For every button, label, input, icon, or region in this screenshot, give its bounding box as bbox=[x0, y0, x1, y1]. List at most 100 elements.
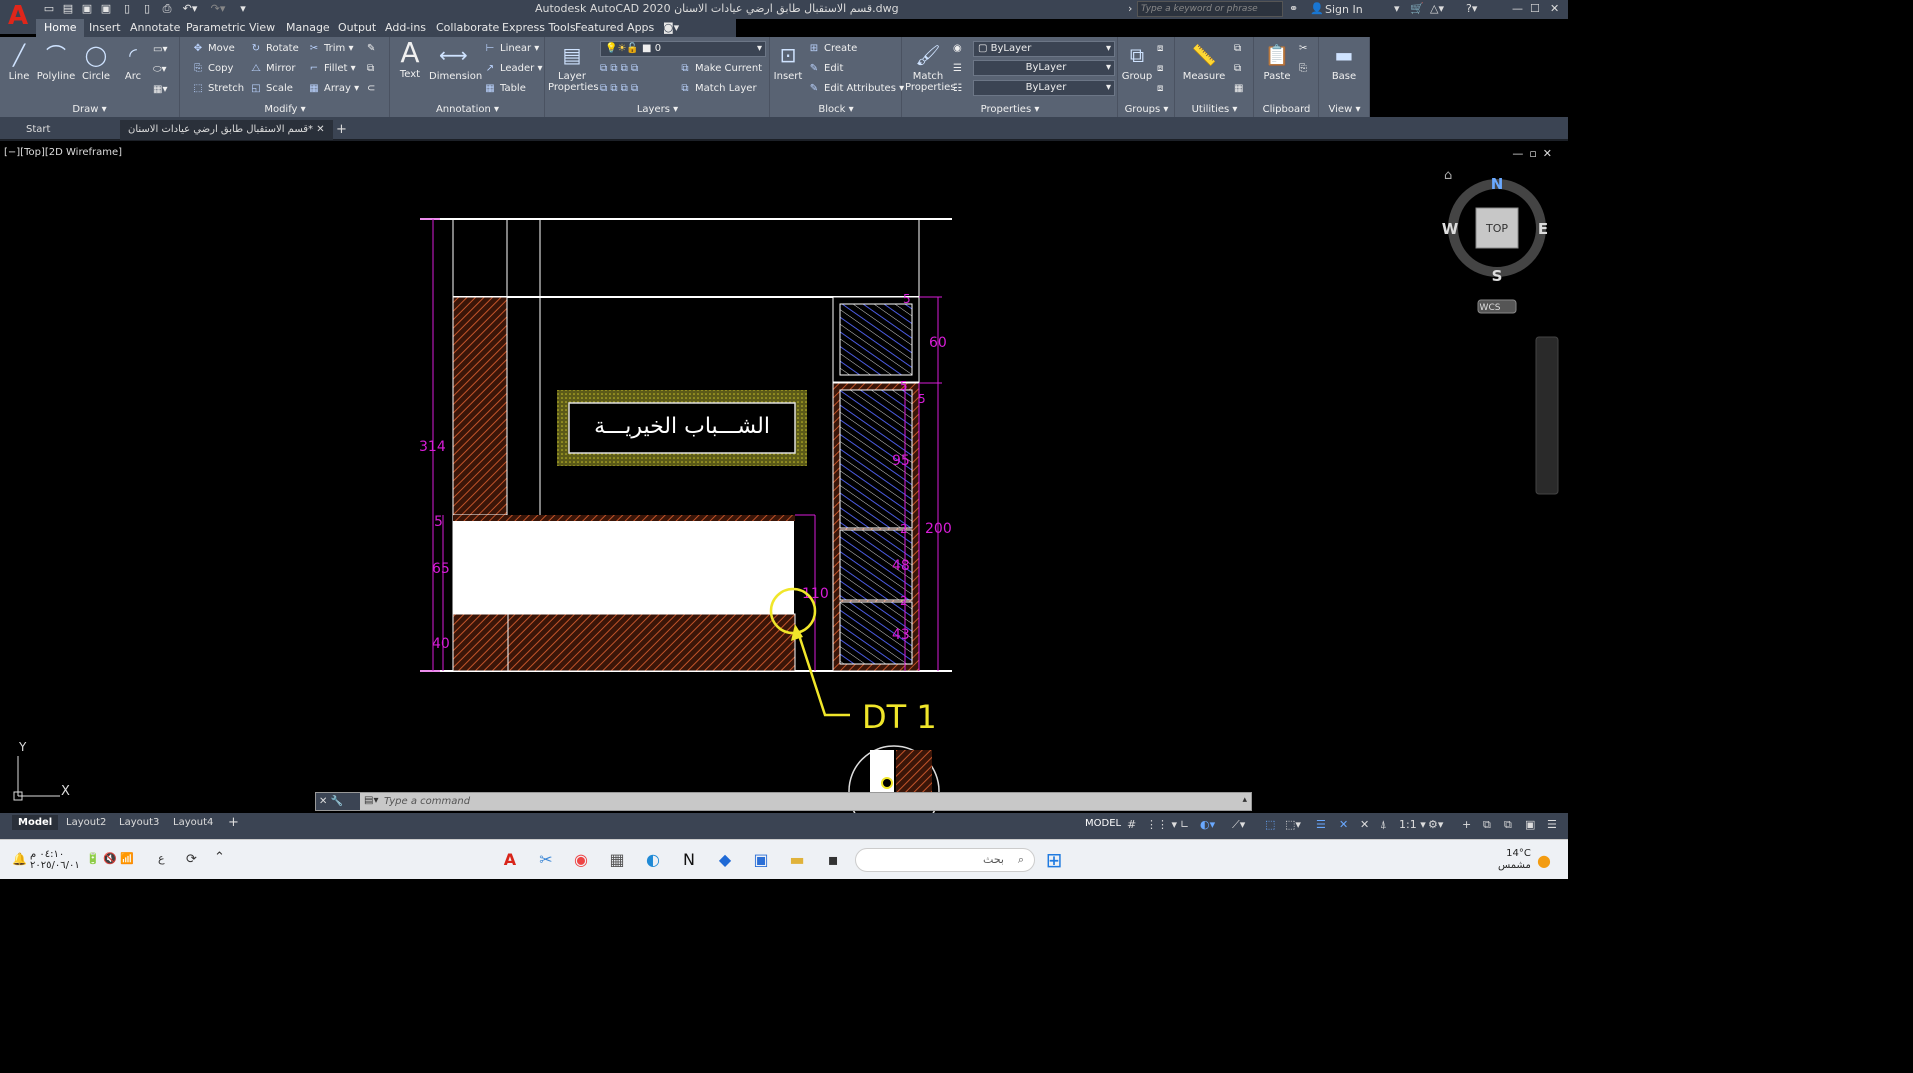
lineweight-dropdown[interactable]: ByLayer ▾ bbox=[973, 80, 1115, 96]
windows-start-icon[interactable]: ⊞ bbox=[1044, 850, 1064, 870]
viewcube-north[interactable]: N bbox=[1491, 175, 1504, 193]
left-column-hatch[interactable] bbox=[452, 296, 508, 516]
array-button[interactable]: ▦ Array ▾ bbox=[307, 81, 359, 97]
viewport-window-controls[interactable]: —▫✕ bbox=[1512, 147, 1558, 160]
viewcube-south[interactable]: S bbox=[1492, 267, 1503, 285]
a360-icon[interactable]: △▾ bbox=[1430, 2, 1444, 15]
home-view-icon[interactable]: ⌂ bbox=[1444, 168, 1452, 183]
dim-40[interactable]: 40 bbox=[432, 636, 450, 652]
edge-icon[interactable]: ◐ bbox=[643, 850, 663, 870]
lineweight-icon[interactable]: ☷ bbox=[953, 81, 962, 97]
viewcube-east[interactable]: E bbox=[1538, 220, 1548, 238]
copy-clip-icon[interactable]: ⎘ bbox=[1299, 61, 1307, 77]
units-icon[interactable]: ⧉ bbox=[1483, 818, 1491, 832]
system-clock[interactable]: ٠٤:١٠ م ٢٠٢٥/٠٦/٠١ bbox=[30, 849, 80, 871]
maximize-icon[interactable]: ☐ bbox=[1530, 2, 1540, 15]
upper-cabinet-glass[interactable] bbox=[839, 303, 913, 376]
command-expand-icon[interactable]: ▴ bbox=[1242, 795, 1247, 805]
dim-2-upper[interactable]: 2 bbox=[900, 522, 908, 536]
dim-5[interactable]: 5 bbox=[434, 514, 443, 530]
dim-48[interactable]: 48 bbox=[892, 558, 910, 574]
new-tab-icon[interactable]: + bbox=[328, 120, 355, 140]
quick-select-icon[interactable]: ⧉ bbox=[1234, 41, 1241, 57]
create-block-button[interactable]: ⊞ Create bbox=[807, 41, 857, 57]
command-line[interactable]: ✕ 🔧 ▤▾ Type a command ▴ bbox=[315, 792, 1252, 811]
app-icon[interactable]: ▪ bbox=[823, 850, 843, 870]
clean-screen-icon[interactable]: ▣ bbox=[1525, 818, 1535, 831]
add-layout-icon[interactable]: + bbox=[222, 815, 245, 830]
tab-express-tools[interactable]: Express Tools bbox=[502, 21, 576, 34]
notification-icon[interactable]: 🔔 bbox=[12, 852, 27, 866]
command-input[interactable]: Type a command bbox=[384, 794, 1184, 809]
erase-icon[interactable]: ✎ bbox=[367, 41, 375, 57]
properties-panel-title[interactable]: Properties ▾ bbox=[903, 104, 1117, 115]
redo-icon[interactable]: ↷▾ bbox=[208, 2, 228, 16]
open-icon[interactable]: ▤ bbox=[61, 2, 75, 16]
clipboard-panel-title[interactable]: Clipboard bbox=[1255, 104, 1318, 115]
dim-95[interactable]: 95 bbox=[892, 453, 910, 469]
tab-add-ins[interactable]: Add-ins bbox=[385, 21, 426, 34]
autocad-app-button[interactable]: A bbox=[0, 0, 36, 34]
layout-tab-layout4[interactable]: Layout4 bbox=[167, 815, 219, 830]
calculator-icon[interactable]: ▦ bbox=[1234, 81, 1243, 97]
fillet-button[interactable]: ⌐ Fillet ▾ bbox=[307, 61, 356, 77]
tab-insert[interactable]: Insert bbox=[89, 21, 121, 34]
tab-parametric[interactable]: Parametric bbox=[186, 21, 246, 34]
offset-icon[interactable]: ⊂ bbox=[367, 81, 375, 97]
sync-icon[interactable]: ⟳ bbox=[186, 852, 197, 867]
edit-block-button[interactable]: ✎ Edit bbox=[807, 61, 844, 77]
calculator-taskbar-icon[interactable]: ▦ bbox=[607, 850, 627, 870]
arc-button[interactable]: ◜ Arc bbox=[118, 41, 148, 82]
minimize-icon[interactable]: — bbox=[1512, 2, 1523, 15]
search-input[interactable]: Type a keyword or phrase bbox=[1137, 1, 1283, 17]
group-select-icon[interactable]: ⧈ bbox=[1157, 81, 1163, 97]
weather-widget[interactable]: 14°C مشمس bbox=[1498, 848, 1531, 872]
new-icon[interactable]: ▭ bbox=[42, 2, 56, 16]
annotation-monitor-icon[interactable]: + bbox=[1462, 818, 1471, 831]
osnap-tracking-icon[interactable]: ⬚▾ bbox=[1285, 818, 1301, 831]
match-layer-button[interactable]: ⧉ Match Layer bbox=[678, 81, 756, 97]
dim-43[interactable]: 43 bbox=[892, 627, 910, 643]
file-explorer-icon[interactable]: ▬ bbox=[787, 850, 807, 870]
grid-icon[interactable]: # bbox=[1127, 818, 1136, 831]
color-wheel-icon[interactable]: ◉ bbox=[953, 41, 962, 57]
dim-2-lower[interactable]: 2 bbox=[900, 594, 908, 608]
plot-icon[interactable]: ▯ bbox=[120, 2, 134, 16]
insert-button[interactable]: ⊡ Insert bbox=[773, 41, 803, 82]
sign-text[interactable]: الشـــباب الخيريـــة bbox=[594, 414, 770, 439]
select-all-icon[interactable]: ⧉ bbox=[1234, 61, 1241, 77]
drawing-canvas[interactable]: الشـــباب الخيريـــة 314 5 65 40 110 60 bbox=[0, 143, 1568, 813]
dropbox-icon[interactable]: ◆ bbox=[715, 850, 735, 870]
layer-tools-row1[interactable]: ⧉ ⧉ ⧉ ⧉ bbox=[600, 61, 638, 77]
dropdown-icon[interactable]: ▾ bbox=[1394, 2, 1400, 15]
circle-button[interactable]: ◯ Circle bbox=[80, 41, 112, 82]
layer-properties-button[interactable]: ▤ Layer Properties bbox=[548, 41, 599, 93]
tab-start[interactable]: Start bbox=[18, 120, 58, 140]
taskbar-search[interactable]: بحث ⌕ bbox=[855, 848, 1035, 872]
hatch-icon[interactable]: ⬭▾ bbox=[153, 62, 167, 78]
tab-featured-apps[interactable]: Featured Apps bbox=[575, 21, 654, 34]
utilities-panel-title[interactable]: Utilities ▾ bbox=[1176, 104, 1253, 115]
navigation-bar[interactable] bbox=[1535, 336, 1559, 495]
layout-tab-model[interactable]: Model bbox=[12, 815, 59, 830]
close-tab-icon[interactable]: ✕ bbox=[316, 124, 324, 135]
mirror-button[interactable]: ⧍ Mirror bbox=[249, 61, 295, 77]
leader-button[interactable]: ↗ Leader ▾ bbox=[483, 61, 543, 77]
drawing-viewport[interactable]: الشـــباب الخيريـــة 314 5 65 40 110 60 bbox=[0, 143, 1568, 813]
annotation-scale-icon[interactable]: ⍋ bbox=[1380, 818, 1387, 832]
tab-options-icon[interactable]: ◙▾ bbox=[663, 21, 679, 34]
trim-button[interactable]: ✂ Trim ▾ bbox=[307, 41, 354, 57]
save-icon[interactable]: ▣ bbox=[80, 2, 94, 16]
paste-button[interactable]: 📋 Paste bbox=[1259, 41, 1295, 82]
snipping-tool-icon[interactable]: ✂ bbox=[536, 850, 556, 870]
dim-200[interactable]: 200 bbox=[925, 521, 952, 537]
layout-tab-layout2[interactable]: Layout2 bbox=[60, 815, 112, 830]
cart-icon[interactable]: 🛒 bbox=[1410, 2, 1424, 15]
autoscale-icon[interactable]: ✕ bbox=[1360, 818, 1369, 831]
group-edit-icon[interactable]: ⧈ bbox=[1157, 61, 1163, 77]
tab-collaborate[interactable]: Collaborate bbox=[436, 21, 499, 34]
ungroup-icon[interactable]: ⧈ bbox=[1157, 41, 1163, 57]
tab-annotate[interactable]: Annotate bbox=[130, 21, 180, 34]
workspace-gear-icon[interactable]: ⚙▾ bbox=[1428, 818, 1443, 831]
dim-5-right[interactable]: 5 bbox=[918, 392, 926, 406]
